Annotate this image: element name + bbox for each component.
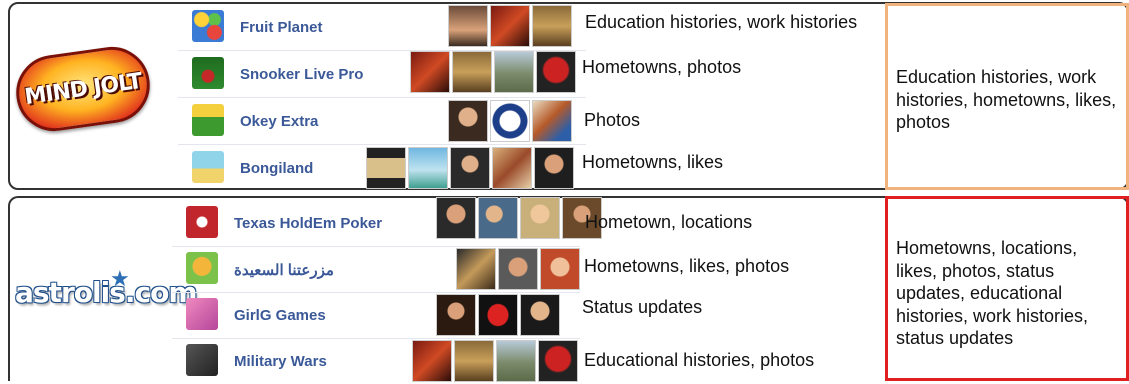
profile-photos — [456, 248, 582, 290]
profile-photo — [538, 340, 578, 382]
app-name[interactable]: GirlG Games — [234, 307, 326, 324]
profile-photo — [436, 197, 476, 239]
profile-photos — [436, 294, 562, 336]
profile-photo — [520, 294, 560, 336]
girl-games-icon — [186, 298, 218, 330]
fruit-planet-icon — [192, 10, 224, 42]
summary-box: Hometowns, locations, likes, photos, sta… — [885, 196, 1129, 381]
military-icon — [186, 344, 218, 376]
shared-data-info: Hometown, locations — [585, 212, 753, 232]
profile-photo — [408, 147, 448, 189]
profile-photo — [532, 100, 572, 142]
app-name[interactable]: مزرعتنا السعيدة — [234, 261, 334, 279]
shared-data-info: Hometowns, photos — [582, 57, 742, 77]
profile-photo — [366, 147, 406, 189]
profile-photo — [490, 100, 530, 142]
profile-photo — [452, 51, 492, 93]
profile-photos — [410, 51, 578, 93]
profile-photo — [478, 197, 518, 239]
shared-data-info: Education histories, work histories — [585, 12, 858, 32]
profile-photo — [456, 248, 496, 290]
profile-photo — [536, 51, 576, 93]
okey-icon — [192, 104, 224, 136]
app-name[interactable]: Okey Extra — [240, 113, 318, 130]
summary-box: Education histories, work histories, hom… — [885, 3, 1129, 190]
profile-photo — [532, 5, 572, 47]
profile-photo — [448, 5, 488, 47]
shared-data-info: Hometowns, likes — [582, 152, 724, 172]
app-name[interactable]: Bongiland — [240, 160, 313, 177]
shared-data-info: Educational histories, photos — [584, 350, 815, 370]
profile-photo — [490, 5, 530, 47]
profile-photo — [540, 248, 580, 290]
poker-icon — [186, 206, 218, 238]
shared-data-info: Hometowns, likes, photos — [584, 256, 790, 276]
profile-photo — [412, 340, 452, 382]
profile-photo — [534, 147, 574, 189]
shared-data-info: Photos — [584, 110, 641, 130]
shared-data-info: Status updates — [582, 297, 703, 317]
profile-photos — [436, 197, 604, 239]
profile-photo — [494, 51, 534, 93]
app-name[interactable]: Fruit Planet — [240, 19, 323, 36]
profile-photos — [412, 340, 580, 382]
profile-photos — [448, 100, 574, 142]
profile-photo — [454, 340, 494, 382]
app-name[interactable]: Snooker Live Pro — [240, 66, 363, 83]
profile-photo — [520, 197, 560, 239]
profile-photo — [436, 294, 476, 336]
app-name[interactable]: Military Wars — [234, 353, 327, 370]
profile-photo — [496, 340, 536, 382]
profile-photo — [410, 51, 450, 93]
farm-icon — [186, 252, 218, 284]
profile-photo — [450, 147, 490, 189]
mindjolt-logo: MIND JOLT — [11, 42, 155, 136]
profile-photo — [498, 248, 538, 290]
snooker-icon — [192, 57, 224, 89]
astrolis-logo: ★ astrolis.com — [15, 266, 197, 309]
profile-photos — [448, 5, 574, 47]
app-name[interactable]: Texas HoldEm Poker — [234, 215, 382, 232]
profile-photo — [492, 147, 532, 189]
profile-photos — [366, 147, 576, 189]
bongiland-icon — [192, 151, 224, 183]
profile-photo — [448, 100, 488, 142]
profile-photo — [478, 294, 518, 336]
